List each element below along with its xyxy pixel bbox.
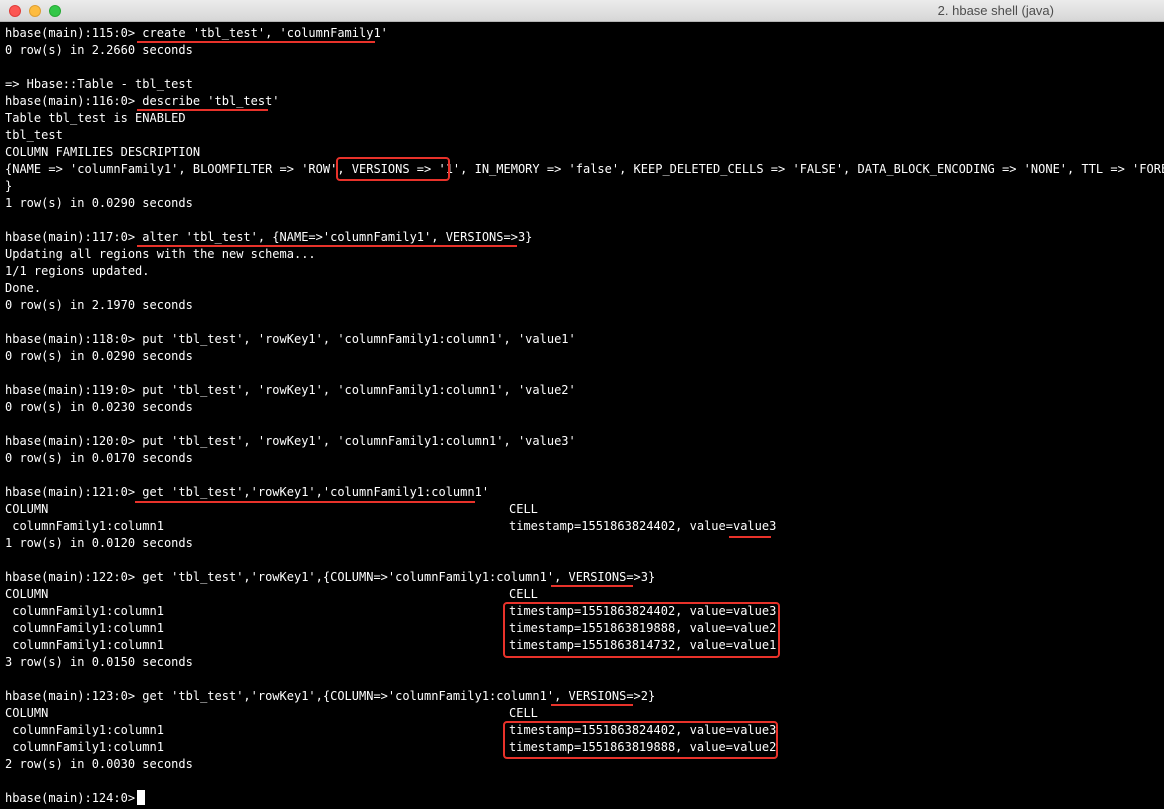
command-line-get-versions-2: hbase(main):123:0> get 'tbl_test','rowKe… <box>5 689 656 703</box>
command-line-put: hbase(main):118:0> put 'tbl_test', 'rowK… <box>5 332 576 346</box>
command-line-get: hbase(main):121:0> get 'tbl_test','rowKe… <box>5 485 490 499</box>
column-name: columnFamily1:column1 <box>5 519 164 533</box>
result-line: 1 row(s) in 0.0120 seconds <box>5 536 193 550</box>
result-line: 2 row(s) in 0.0030 seconds <box>5 757 193 771</box>
column-name: columnFamily1:column1 <box>5 723 164 737</box>
result-line: 3 row(s) in 0.0150 seconds <box>5 655 193 669</box>
output-line: Done. <box>5 281 42 295</box>
result-line: 0 row(s) in 0.0170 seconds <box>5 451 193 465</box>
column-header: COLUMN <box>5 587 49 601</box>
terminal-window: 2. hbase shell (java) hbase(main):115:0>… <box>0 0 1164 809</box>
annotation-box <box>503 721 778 759</box>
result-line: 0 row(s) in 0.0290 seconds <box>5 349 193 363</box>
column-name: columnFamily1:column1 <box>5 638 164 652</box>
annotation-underline <box>137 109 268 111</box>
result-line: 0 row(s) in 2.1970 seconds <box>5 298 193 312</box>
command-line-get-versions-3: hbase(main):122:0> get 'tbl_test','rowKe… <box>5 570 656 584</box>
command-line-put: hbase(main):120:0> put 'tbl_test', 'rowK… <box>5 434 576 448</box>
command-line-create: hbase(main):115:0> create 'tbl_test', 'c… <box>5 26 388 40</box>
cell-header: CELL <box>509 502 538 516</box>
result-line: 0 row(s) in 2.2660 seconds <box>5 43 193 57</box>
command-line-describe: hbase(main):116:0> describe 'tbl_test' <box>5 94 280 108</box>
cell-header: CELL <box>509 706 538 720</box>
annotation-underline <box>551 704 633 706</box>
output-line: Updating all regions with the new schema… <box>5 247 316 261</box>
text-cursor <box>137 790 145 805</box>
output-line: COLUMN FAMILIES DESCRIPTION <box>5 145 201 159</box>
column-header: COLUMN <box>5 706 49 720</box>
output-line: Table tbl_test is ENABLED <box>5 111 186 125</box>
cell-value: timestamp=1551863824402, value=value3 <box>509 519 777 533</box>
annotation-box <box>336 157 450 181</box>
column-header: COLUMN <box>5 502 49 516</box>
annotation-underline <box>137 41 375 43</box>
column-name: columnFamily1:column1 <box>5 740 164 754</box>
command-line-put: hbase(main):119:0> put 'tbl_test', 'rowK… <box>5 383 576 397</box>
annotation-underline <box>551 585 633 587</box>
annotation-underline <box>135 501 475 503</box>
annotation-box <box>503 602 780 658</box>
cell-header: CELL <box>509 587 538 601</box>
output-line: => Hbase::Table - tbl_test <box>5 77 193 91</box>
title-bar: 2. hbase shell (java) <box>0 0 1164 22</box>
column-name: columnFamily1:column1 <box>5 604 164 618</box>
column-family-description: {NAME => 'columnFamily1', BLOOMFILTER =>… <box>5 162 1164 176</box>
current-prompt[interactable]: hbase(main):124:0> <box>5 790 142 807</box>
command-line-alter: hbase(main):117:0> alter 'tbl_test', {NA… <box>5 230 533 244</box>
output-line: tbl_test <box>5 128 63 142</box>
annotation-underline <box>729 536 771 538</box>
output-line: 1/1 regions updated. <box>5 264 150 278</box>
column-name: columnFamily1:column1 <box>5 621 164 635</box>
terminal-output[interactable]: hbase(main):115:0> create 'tbl_test', 'c… <box>0 22 1164 809</box>
annotation-underline <box>137 245 517 247</box>
output-line: } <box>5 179 13 193</box>
window-title: 2. hbase shell (java) <box>937 3 1054 18</box>
result-line: 0 row(s) in 0.0230 seconds <box>5 400 193 414</box>
result-line: 1 row(s) in 0.0290 seconds <box>5 196 193 210</box>
